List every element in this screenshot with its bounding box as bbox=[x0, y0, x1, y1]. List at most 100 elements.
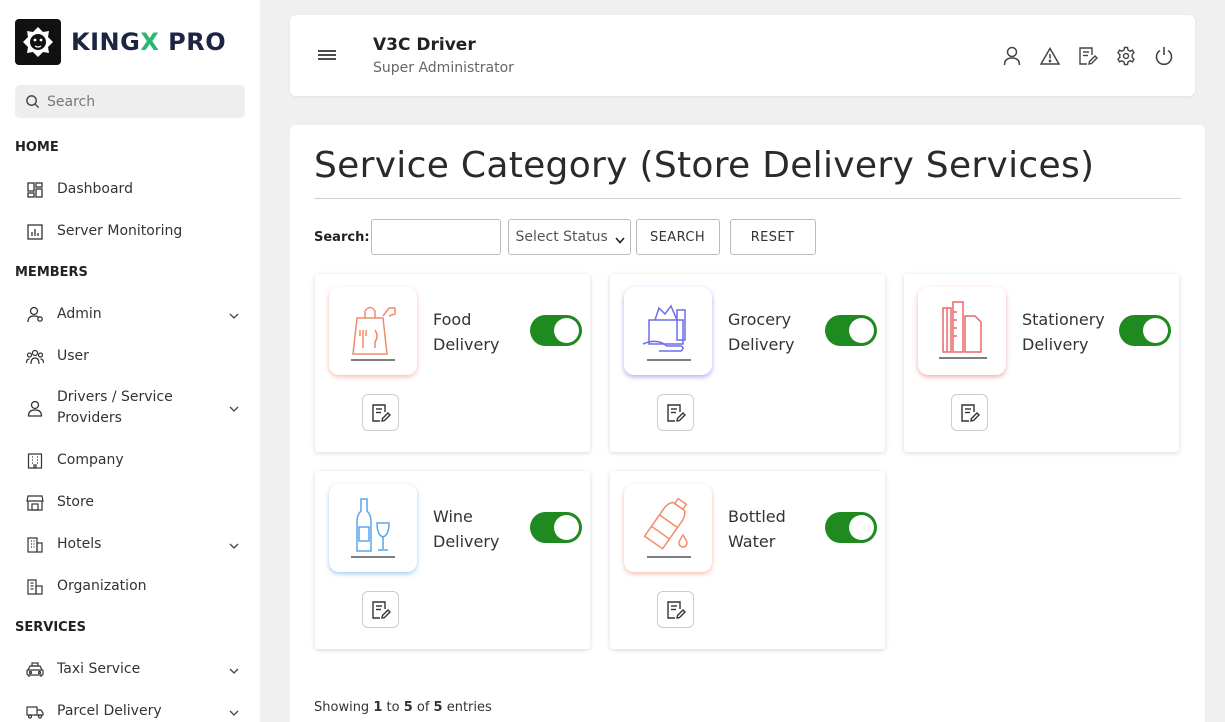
search-input[interactable] bbox=[370, 219, 501, 255]
sidebar-search-input[interactable]: Search bbox=[15, 85, 245, 118]
food-bag-icon bbox=[329, 287, 417, 375]
header-subtitle: Super Administrator bbox=[373, 60, 514, 76]
brand[interactable]: KINGX PRO bbox=[15, 19, 226, 65]
service-card-grocery-delivery: Grocery Delivery bbox=[610, 274, 885, 452]
status-toggle[interactable] bbox=[825, 512, 877, 543]
search-label: Search: bbox=[314, 229, 370, 245]
chevron-down-icon[interactable] bbox=[229, 662, 239, 678]
sidebar-item-label: Store bbox=[57, 494, 95, 510]
sidebar-item-company[interactable]: Company bbox=[25, 450, 245, 471]
chart-icon bbox=[25, 222, 45, 242]
status-select[interactable]: Select Status bbox=[507, 219, 631, 255]
chevron-down-icon[interactable] bbox=[229, 704, 239, 720]
wine-bottle-icon bbox=[329, 484, 417, 572]
settings-gear-icon[interactable] bbox=[1115, 45, 1137, 67]
lion-logo-icon bbox=[15, 19, 61, 65]
sidebar-item-server-monitoring[interactable]: Server Monitoring bbox=[25, 221, 245, 242]
toggle-knob bbox=[1143, 318, 1168, 343]
header-title: V3C Driver bbox=[373, 35, 476, 55]
sidebar-item-taxi-service[interactable]: Taxi Service bbox=[25, 659, 245, 680]
status-select-value: Select Status bbox=[515, 229, 608, 245]
sidebar-item-label: Organization bbox=[57, 578, 147, 594]
edit-button[interactable] bbox=[362, 394, 399, 431]
toggle-knob bbox=[554, 515, 579, 540]
chevron-down-icon[interactable] bbox=[229, 307, 239, 323]
sidebar-item-organization[interactable]: Organization bbox=[25, 576, 245, 597]
filter-bar: Search: Select Status SEARCH RESET bbox=[314, 219, 816, 255]
title-divider bbox=[314, 198, 1181, 199]
truck-icon bbox=[25, 702, 45, 722]
organization-icon bbox=[25, 577, 45, 597]
sidebar-item-label: Taxi Service bbox=[57, 661, 141, 677]
profile-icon[interactable] bbox=[1001, 45, 1023, 67]
section-members: MEMBERS bbox=[15, 265, 88, 280]
stationery-icon bbox=[918, 287, 1006, 375]
hotel-icon bbox=[25, 535, 45, 555]
page-title: Service Category (Store Delivery Service… bbox=[314, 145, 1095, 186]
sidebar-item-label: Admin bbox=[57, 306, 102, 322]
sidebar-item-store[interactable]: Store bbox=[25, 492, 245, 513]
hamburger-menu-icon[interactable] bbox=[317, 47, 337, 66]
service-card-name: Food Delivery bbox=[433, 310, 500, 354]
toggle-knob bbox=[554, 318, 579, 343]
sidebar-item-label: Server Monitoring bbox=[57, 223, 183, 239]
edit-note-icon bbox=[371, 403, 391, 422]
sidebar-item-label: Drivers / Service Providers bbox=[57, 389, 173, 426]
service-card-wine-delivery: Wine Delivery bbox=[315, 471, 590, 649]
status-toggle[interactable] bbox=[530, 512, 582, 543]
status-toggle[interactable] bbox=[1119, 315, 1171, 346]
sidebar-item-label: User bbox=[57, 348, 89, 364]
sidebar-item-dashboard[interactable]: Dashboard bbox=[25, 179, 245, 200]
toggle-knob bbox=[849, 318, 874, 343]
edit-note-icon bbox=[666, 600, 686, 619]
driver-icon bbox=[25, 398, 45, 418]
section-home: HOME bbox=[15, 140, 59, 155]
sidebar: KINGX PRO Search HOME Dashboard Server M… bbox=[0, 0, 260, 722]
chevron-down-icon[interactable] bbox=[229, 537, 239, 553]
top-header: V3C Driver Super Administrator bbox=[290, 15, 1195, 96]
edit-button[interactable] bbox=[657, 394, 694, 431]
sidebar-item-hotels[interactable]: Hotels bbox=[25, 534, 245, 555]
chevron-down-icon[interactable] bbox=[229, 400, 239, 416]
users-icon bbox=[25, 347, 45, 367]
service-card-stationery-delivery: Stationery Delivery bbox=[904, 274, 1179, 452]
status-toggle[interactable] bbox=[825, 315, 877, 346]
grocery-basket-icon bbox=[624, 287, 712, 375]
power-logout-icon[interactable] bbox=[1153, 45, 1175, 67]
sidebar-item-label: Parcel Delivery bbox=[57, 703, 162, 719]
sidebar-item-parcel-delivery[interactable]: Parcel Delivery bbox=[25, 701, 245, 722]
search-icon bbox=[26, 95, 40, 109]
taxi-icon bbox=[25, 660, 45, 680]
dashboard-icon bbox=[25, 180, 45, 200]
pagination-info: Showing 1 to 5 of 5 entries bbox=[314, 700, 492, 715]
edit-button[interactable] bbox=[951, 394, 988, 431]
service-card-name: Wine Delivery bbox=[433, 507, 500, 551]
brand-name: KINGX PRO bbox=[71, 28, 227, 56]
edit-note-icon[interactable] bbox=[1077, 45, 1099, 67]
reset-button[interactable]: RESET bbox=[729, 219, 816, 255]
building-icon bbox=[25, 451, 45, 471]
sidebar-item-label: Hotels bbox=[57, 536, 102, 552]
service-card-name: Stationery Delivery bbox=[1022, 310, 1105, 354]
edit-button[interactable] bbox=[362, 591, 399, 628]
status-toggle[interactable] bbox=[530, 315, 582, 346]
search-button[interactable]: SEARCH bbox=[635, 219, 720, 255]
sidebar-item-admin[interactable]: Admin bbox=[25, 304, 245, 325]
water-bottle-icon bbox=[624, 484, 712, 572]
search-placeholder: Search bbox=[47, 93, 96, 110]
section-services: SERVICES bbox=[15, 620, 86, 635]
service-card-name: Bottled Water bbox=[728, 507, 786, 551]
sidebar-item-label: Dashboard bbox=[57, 181, 133, 197]
service-card-name: Grocery Delivery bbox=[728, 310, 795, 354]
main-content: Service Category (Store Delivery Service… bbox=[290, 125, 1205, 722]
admin-user-icon bbox=[25, 305, 45, 325]
edit-note-icon bbox=[371, 600, 391, 619]
service-card-food-delivery: Food Delivery bbox=[315, 274, 590, 452]
chevron-down-icon bbox=[614, 232, 625, 248]
sidebar-item-drivers[interactable]: Drivers / Service Providers bbox=[25, 387, 245, 429]
service-card-bottled-water: Bottled Water bbox=[610, 471, 885, 649]
sidebar-item-user[interactable]: User bbox=[25, 346, 245, 367]
warning-icon[interactable] bbox=[1039, 45, 1061, 67]
edit-button[interactable] bbox=[657, 591, 694, 628]
store-icon bbox=[25, 493, 45, 513]
